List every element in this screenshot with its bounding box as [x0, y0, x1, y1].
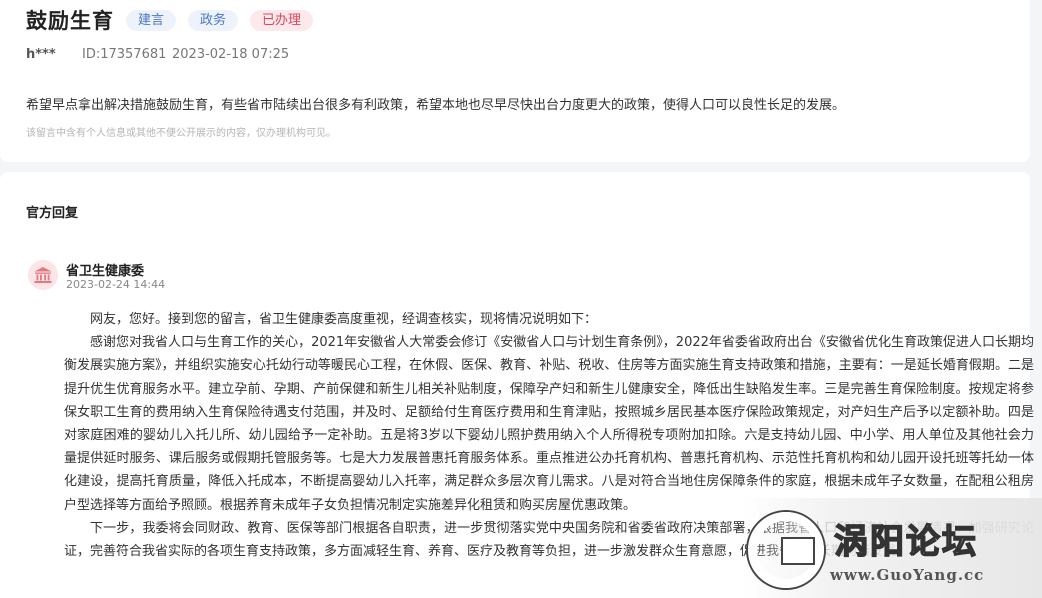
privacy-notice: 该留言中含有个人信息或其他不便公开展示的内容，仅办理机构可见。	[26, 128, 336, 139]
reply-date: 2023-02-24 14:44	[66, 278, 166, 291]
message-card: 鼓励生育 建言 政务 已办理 h*** ID:17357681 2023-02-…	[0, 0, 1030, 162]
government-building-icon	[34, 267, 52, 283]
title-row: 鼓励生育 建言 政务 已办理	[26, 5, 314, 35]
page-title: 鼓励生育	[26, 9, 114, 33]
reply-paragraph: 感谢您对我省人口与生育工作的关心，2021年安徽省人大常委会修订《安徽省人口与计…	[64, 335, 1034, 513]
message-id: ID:17357681	[82, 47, 167, 62]
message-meta: h*** ID:17357681 2023-02-18 07:25	[26, 47, 289, 62]
tag-government[interactable]: 政务	[188, 9, 239, 31]
section-title: 官方回复	[26, 206, 79, 221]
watermark-text-cn: 涡阳论坛	[833, 521, 978, 563]
tag-suggestion[interactable]: 建言	[126, 9, 177, 31]
watermark-text-en: www.GuoYang.cc	[830, 566, 985, 584]
author-name: h***	[26, 47, 56, 62]
status-badge: 已办理	[250, 9, 314, 31]
org-avatar	[28, 260, 58, 290]
watermark-logo	[748, 512, 824, 588]
message-datetime: 2023-02-18 07:25	[172, 47, 290, 62]
reply-paragraph: 网友，您好。接到您的留言，省卫生健康委高度重视，经调查核实，现将情况说明如下：	[90, 312, 598, 327]
message-content: 希望早点拿出解决措施鼓励生育，有些省市陆续出台很多有利政策，希望本地也尽早尽快出…	[26, 98, 846, 113]
org-name: 省卫生健康委	[66, 264, 145, 279]
forum-watermark: 涡阳论坛 www.GuoYang.cc	[742, 498, 1042, 598]
